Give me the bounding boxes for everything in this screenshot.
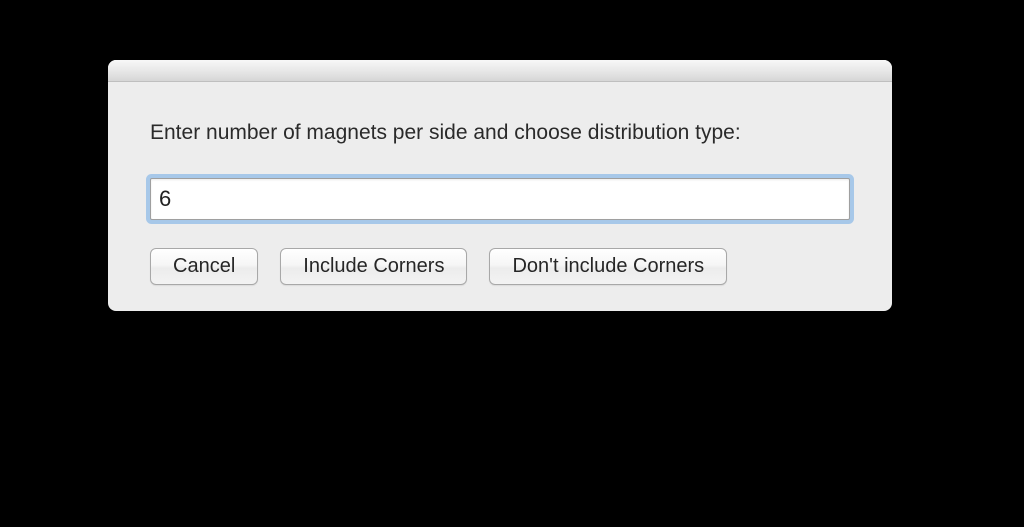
cancel-button[interactable]: Cancel	[150, 248, 258, 285]
magnets-dialog: Enter number of magnets per side and cho…	[108, 60, 892, 311]
dialog-button-row: Cancel Include Corners Don't include Cor…	[150, 248, 850, 285]
dont-include-corners-button[interactable]: Don't include Corners	[489, 248, 727, 285]
dialog-content: Enter number of magnets per side and cho…	[108, 82, 892, 311]
dialog-titlebar	[108, 60, 892, 82]
include-corners-button[interactable]: Include Corners	[280, 248, 467, 285]
magnets-per-side-input[interactable]	[150, 178, 850, 220]
dialog-prompt: Enter number of magnets per side and cho…	[150, 118, 850, 148]
